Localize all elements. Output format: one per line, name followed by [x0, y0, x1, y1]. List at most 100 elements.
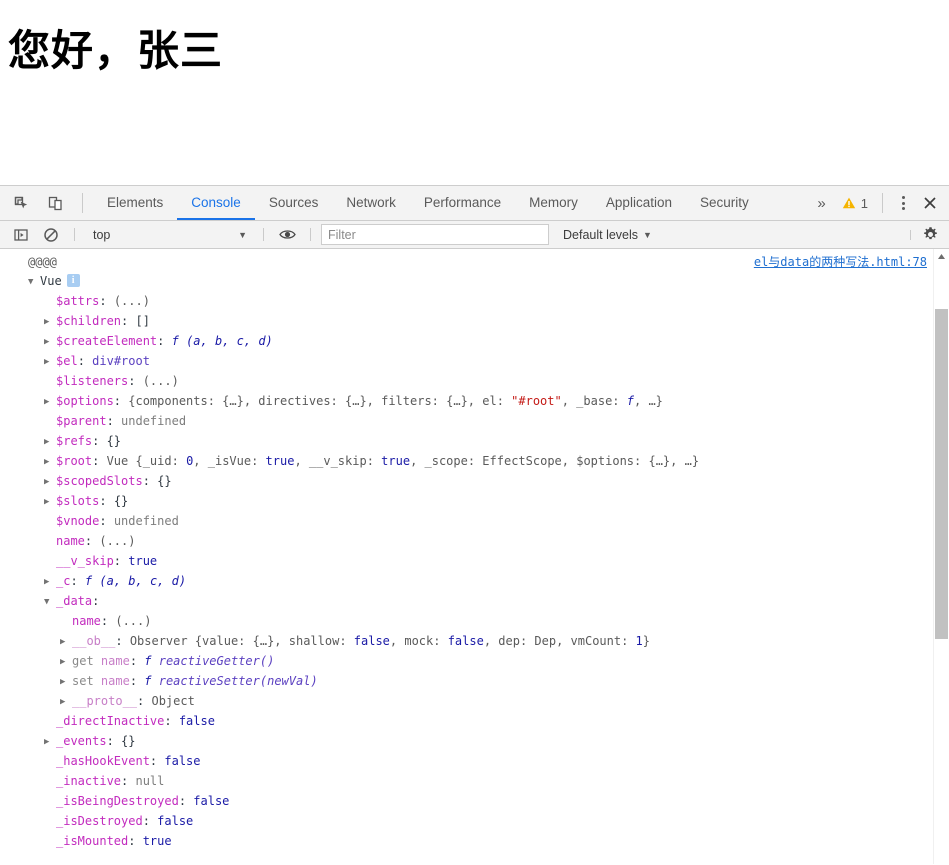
property-value: null: [135, 774, 165, 788]
console-sidebar-toggle-icon[interactable]: [8, 222, 34, 248]
property-value: f reactiveSetter(newVal): [144, 674, 318, 688]
property-row[interactable]: _isDestroyed: false: [0, 811, 949, 831]
disclosure-triangle-icon[interactable]: [44, 352, 56, 372]
property-row[interactable]: _inactive: null: [0, 771, 949, 791]
disclosure-triangle-icon[interactable]: [60, 672, 72, 692]
property-row[interactable]: name: (...): [0, 531, 949, 551]
property-row[interactable]: _c: f (a, b, c, d): [0, 571, 949, 591]
live-expression-eye-icon[interactable]: [274, 224, 300, 246]
property-row[interactable]: $refs: {}: [0, 431, 949, 451]
property-separator: :: [70, 574, 85, 588]
toolbar-divider-right: [882, 193, 883, 213]
property-value: false: [164, 754, 201, 768]
devtools-menu-kebab-icon[interactable]: [891, 191, 915, 215]
object-root-row[interactable]: Vuei: [0, 271, 949, 291]
property-separator: :: [99, 294, 114, 308]
tab-application[interactable]: Application: [592, 186, 686, 220]
property-key: get name: [72, 654, 130, 668]
disclosure-triangle-icon[interactable]: [44, 332, 56, 352]
property-row[interactable]: set name: f reactiveSetter(newVal): [0, 671, 949, 691]
tab-sources[interactable]: Sources: [255, 186, 333, 220]
property-row[interactable]: __v_skip: true: [0, 551, 949, 571]
tab-elements[interactable]: Elements: [93, 186, 177, 220]
property-separator: :: [77, 354, 93, 368]
property-row[interactable]: $vnode: undefined: [0, 511, 949, 531]
disclosure-triangle-icon[interactable]: [44, 492, 56, 512]
property-key: __ob__: [72, 634, 116, 648]
property-row[interactable]: _data:: [0, 591, 949, 611]
property-row[interactable]: _events: {}: [0, 731, 949, 751]
property-row[interactable]: $slots: {}: [0, 491, 949, 511]
property-key: $createElement: [56, 334, 158, 348]
chevron-down-icon: ▼: [238, 229, 247, 240]
console-source-link[interactable]: el与data的两种写法.html:78: [754, 253, 927, 270]
devtools-tabstrip-right: » 1: [809, 186, 949, 220]
disclosure-triangle-icon[interactable]: [28, 272, 40, 292]
tab-security[interactable]: Security: [686, 186, 763, 220]
devtools-tab-list: Elements Console Sources Network Perform…: [93, 186, 763, 220]
property-key: __v_skip: [56, 554, 114, 568]
clear-console-icon[interactable]: [38, 222, 64, 248]
property-value: Vue {_uid: 0, _isVue: true, __v_skip: tr…: [106, 454, 700, 468]
tab-performance[interactable]: Performance: [410, 186, 515, 220]
property-row[interactable]: _directInactive: false: [0, 711, 949, 731]
disclosure-triangle-icon[interactable]: [44, 592, 56, 612]
disclosure-triangle-icon[interactable]: [44, 452, 56, 472]
tab-memory[interactable]: Memory: [515, 186, 592, 220]
property-value: div#root: [92, 354, 150, 368]
filterbar-divider-4: [910, 229, 911, 240]
property-row[interactable]: _isMounted: true: [0, 831, 949, 851]
property-row[interactable]: $listeners: (...): [0, 371, 949, 391]
property-value: []: [135, 314, 150, 328]
property-key: $vnode: [56, 514, 100, 528]
property-row[interactable]: $el: div#root: [0, 351, 949, 371]
disclosure-triangle-icon[interactable]: [44, 392, 56, 412]
property-separator: :: [100, 614, 116, 628]
disclosure-triangle-icon[interactable]: [60, 652, 72, 672]
settings-gear-icon[interactable]: [917, 223, 943, 247]
property-value: (...): [115, 614, 152, 628]
property-separator: :: [149, 754, 165, 768]
disclosure-triangle-icon[interactable]: [44, 572, 56, 592]
property-row[interactable]: get name: f reactiveGetter(): [0, 651, 949, 671]
disclosure-triangle-icon[interactable]: [60, 692, 72, 712]
property-row[interactable]: name: (...): [0, 611, 949, 631]
property-separator: :: [142, 474, 158, 488]
property-value: Observer {value: {…}, shallow: false, mo…: [129, 634, 651, 648]
disclosure-triangle-icon[interactable]: [60, 632, 72, 652]
property-value: false: [157, 814, 194, 828]
execution-context-select[interactable]: top ▼: [85, 225, 253, 245]
scrollbar-track[interactable]: [934, 264, 949, 864]
property-row[interactable]: _hasHookEvent: false: [0, 751, 949, 771]
disclosure-triangle-icon[interactable]: [44, 432, 56, 452]
inspect-element-icon[interactable]: [8, 190, 34, 216]
property-row[interactable]: __ob__: Observer {value: {…}, shallow: f…: [0, 631, 949, 651]
console-message-area[interactable]: el与data的两种写法.html:78 @@@@ Vuei $attrs: (…: [0, 249, 949, 864]
more-tabs-chevron-icon[interactable]: »: [809, 195, 833, 212]
scroll-up-arrow-icon[interactable]: [934, 249, 949, 264]
property-row[interactable]: $createElement: f (a, b, c, d): [0, 331, 949, 351]
scrollbar-thumb[interactable]: [935, 309, 948, 639]
tab-console[interactable]: Console: [177, 186, 255, 220]
property-row[interactable]: $options: {components: {…}, directives: …: [0, 391, 949, 411]
property-row[interactable]: $scopedSlots: {}: [0, 471, 949, 491]
property-row[interactable]: $children: []: [0, 311, 949, 331]
property-key: $el: [56, 354, 78, 368]
warning-indicator[interactable]: 1: [836, 196, 874, 211]
info-badge-icon[interactable]: i: [66, 274, 80, 287]
close-devtools-icon[interactable]: [917, 190, 943, 216]
console-filter-input[interactable]: [321, 224, 549, 245]
property-row[interactable]: $parent: undefined: [0, 411, 949, 431]
property-row[interactable]: __proto__: Object: [0, 691, 949, 711]
disclosure-triangle-icon[interactable]: [44, 312, 56, 332]
console-scrollbar[interactable]: [933, 249, 949, 864]
property-row[interactable]: $attrs: (...): [0, 291, 949, 311]
property-row[interactable]: $root: Vue {_uid: 0, _isVue: true, __v_s…: [0, 451, 949, 471]
disclosure-triangle-icon[interactable]: [44, 732, 56, 752]
log-levels-select[interactable]: Default levels ▼: [563, 228, 652, 242]
property-row[interactable]: _isBeingDestroyed: false: [0, 791, 949, 811]
device-toolbar-icon[interactable]: [42, 190, 68, 216]
disclosure-triangle-icon[interactable]: [44, 472, 56, 492]
tab-network[interactable]: Network: [332, 186, 410, 220]
filterbar-divider-3: [310, 228, 311, 241]
